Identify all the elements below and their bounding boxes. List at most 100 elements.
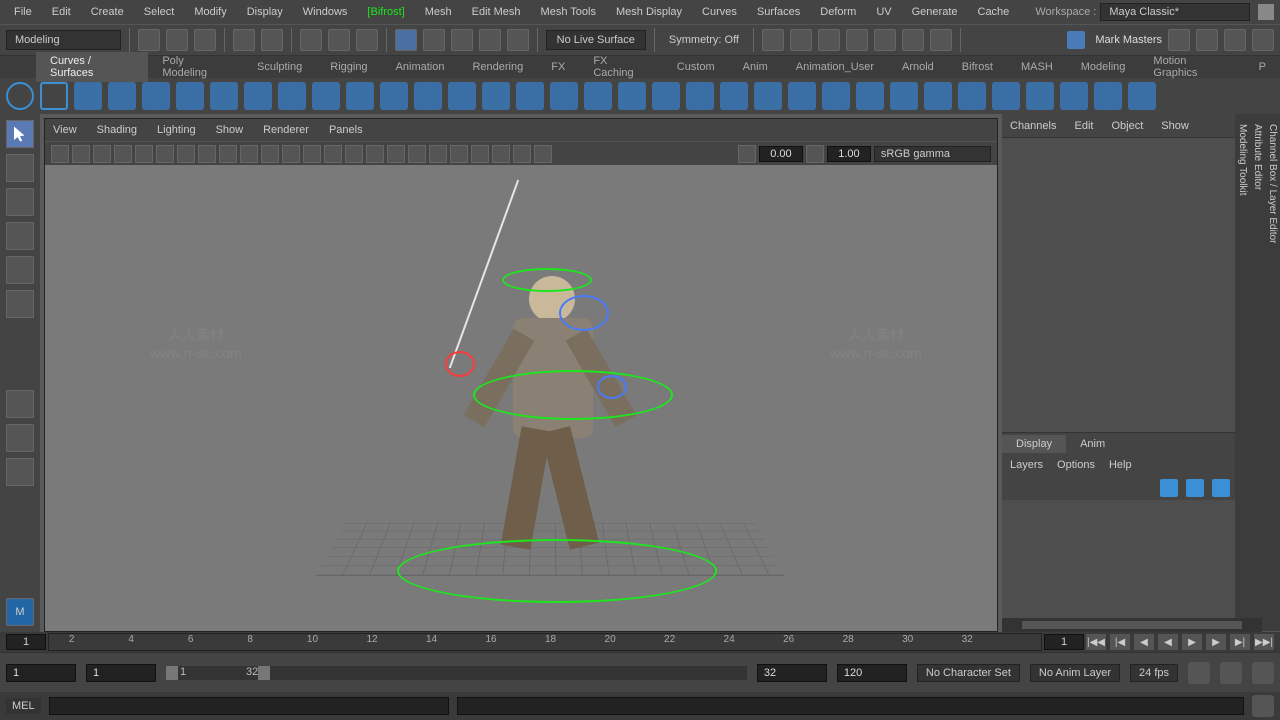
menu-edit-mesh[interactable]: Edit Mesh (464, 3, 529, 21)
select-tool-icon[interactable] (6, 120, 34, 148)
shelf-item-0-icon[interactable] (74, 82, 102, 110)
menu-edit[interactable]: Edit (44, 3, 79, 21)
timeline-ruler[interactable]: const _t=["2","4","6","8","10","12","14"… (48, 633, 1042, 651)
undo-icon[interactable] (233, 29, 255, 51)
vp-tb-15-icon[interactable] (366, 145, 384, 163)
toggle-attr-icon[interactable] (1196, 29, 1218, 51)
snap-live-icon[interactable] (507, 29, 529, 51)
vp-tb-5-icon[interactable] (156, 145, 174, 163)
layout-single-icon[interactable] (6, 390, 34, 418)
snap-curve-icon[interactable] (423, 29, 445, 51)
toggle-outliner-icon[interactable] (1168, 29, 1190, 51)
vp-tb-17-icon[interactable] (408, 145, 426, 163)
shelf-tab-anim-user[interactable]: Animation_User (782, 58, 888, 76)
anim-start-field[interactable] (6, 664, 76, 682)
snap-plane-icon[interactable] (479, 29, 501, 51)
toggle-channel-icon[interactable] (1252, 29, 1274, 51)
shelf-item-17-icon[interactable] (652, 82, 680, 110)
menu-mesh[interactable]: Mesh (417, 3, 460, 21)
light-editor-icon[interactable] (902, 29, 924, 51)
shelf-item-23-icon[interactable] (856, 82, 884, 110)
gamma-field[interactable] (827, 146, 871, 162)
time-slider[interactable]: 1 const _t=["2","4","6","8","10","12","1… (0, 632, 1280, 652)
shelf-tab-poly[interactable]: Poly Modeling (148, 52, 243, 82)
menu-deform[interactable]: Deform (812, 3, 864, 21)
cb-edit[interactable]: Edit (1074, 120, 1093, 132)
range-grip-right[interactable] (258, 666, 270, 680)
shelf-tab-modeling[interactable]: Modeling (1067, 58, 1140, 76)
vp-tb-19-icon[interactable] (450, 145, 468, 163)
vp-tb-1-icon[interactable] (72, 145, 90, 163)
shelf-item-5-icon[interactable] (244, 82, 272, 110)
script-editor-icon[interactable] (1252, 695, 1274, 717)
vp-tb-0-icon[interactable] (51, 145, 69, 163)
vp-tb-20-icon[interactable] (471, 145, 489, 163)
current-frame-right[interactable]: 1 (1044, 634, 1084, 650)
paint-tool-icon[interactable] (6, 188, 34, 216)
cb-show[interactable]: Show (1161, 120, 1189, 132)
nurbs-circle-icon[interactable] (6, 82, 34, 110)
menu-generate[interactable]: Generate (904, 3, 966, 21)
shelf-tab-motion[interactable]: Motion Graphics (1139, 52, 1244, 82)
vp-tb-21-icon[interactable] (492, 145, 510, 163)
workspace-dropdown[interactable]: Maya Classic* (1100, 3, 1250, 21)
save-scene-icon[interactable] (194, 29, 216, 51)
vp-tb-18-icon[interactable] (429, 145, 447, 163)
play-back-icon[interactable]: ◀ (1158, 634, 1178, 650)
paint-select-icon[interactable] (356, 29, 378, 51)
shelf-item-28-icon[interactable] (1026, 82, 1054, 110)
shelf-item-31-icon[interactable] (1128, 82, 1156, 110)
shelf-tab-fx[interactable]: FX (537, 58, 579, 76)
shelf-item-26-icon[interactable] (958, 82, 986, 110)
shelf-item-25-icon[interactable] (924, 82, 952, 110)
side-tab-channelbox[interactable]: Channel Box / Layer Editor (1265, 114, 1280, 632)
move-tool-icon[interactable] (6, 222, 34, 250)
cb-object[interactable]: Object (1111, 120, 1143, 132)
anim-layer-dropdown[interactable]: No Anim Layer (1030, 664, 1120, 682)
vp-tb-11-icon[interactable] (282, 145, 300, 163)
ipr-icon[interactable] (818, 29, 840, 51)
open-scene-icon[interactable] (166, 29, 188, 51)
cb-channels[interactable]: Channels (1010, 120, 1056, 132)
render-setup-icon[interactable] (930, 29, 952, 51)
shelf-tab-custom[interactable]: Custom (663, 58, 729, 76)
shelf-item-8-icon[interactable] (346, 82, 374, 110)
exposure-icon[interactable] (738, 145, 756, 163)
shelf-item-6-icon[interactable] (278, 82, 306, 110)
cb-layers[interactable]: Layers (1010, 459, 1043, 471)
step-back-icon[interactable]: ◀ (1134, 634, 1154, 650)
menu-cache[interactable]: Cache (970, 3, 1018, 21)
shelf-item-13-icon[interactable] (516, 82, 544, 110)
vp-tb-23-icon[interactable] (534, 145, 552, 163)
rotate-tool-icon[interactable] (6, 256, 34, 284)
vp-menu-lighting[interactable]: Lighting (157, 124, 196, 136)
shelf-item-12-icon[interactable] (482, 82, 510, 110)
hypershade-icon[interactable] (874, 29, 896, 51)
menu-file[interactable]: File (6, 3, 40, 21)
anim-end-field[interactable] (837, 664, 907, 682)
shelf-item-22-icon[interactable] (822, 82, 850, 110)
vp-tb-13-icon[interactable] (324, 145, 342, 163)
shelf-item-21-icon[interactable] (788, 82, 816, 110)
mode-dropdown[interactable]: Modeling (6, 30, 121, 50)
layout-opts-icon[interactable] (6, 458, 34, 486)
render-view-icon[interactable] (762, 29, 784, 51)
channel-list[interactable] (1002, 138, 1262, 432)
shelf-item-29-icon[interactable] (1060, 82, 1088, 110)
cb-options[interactable]: Options (1057, 459, 1095, 471)
shelf-tab-mash[interactable]: MASH (1007, 58, 1067, 76)
command-input[interactable] (49, 697, 449, 715)
vp-tb-4-icon[interactable] (135, 145, 153, 163)
shelf-item-2-icon[interactable] (142, 82, 170, 110)
vp-menu-show[interactable]: Show (216, 124, 244, 136)
menu-curves[interactable]: Curves (694, 3, 745, 21)
colorspace-dropdown[interactable]: sRGB gamma (874, 146, 991, 162)
anim-prefs-icon[interactable] (1252, 662, 1274, 684)
shelf-item-3-icon[interactable] (176, 82, 204, 110)
side-tab-attribute[interactable]: Attribute Editor (1250, 114, 1265, 632)
set-key-icon[interactable] (1220, 662, 1242, 684)
shelf-item-27-icon[interactable] (992, 82, 1020, 110)
cb-tab-display[interactable]: Display (1002, 435, 1066, 453)
vp-menu-renderer[interactable]: Renderer (263, 124, 309, 136)
shelf-item-19-icon[interactable] (720, 82, 748, 110)
